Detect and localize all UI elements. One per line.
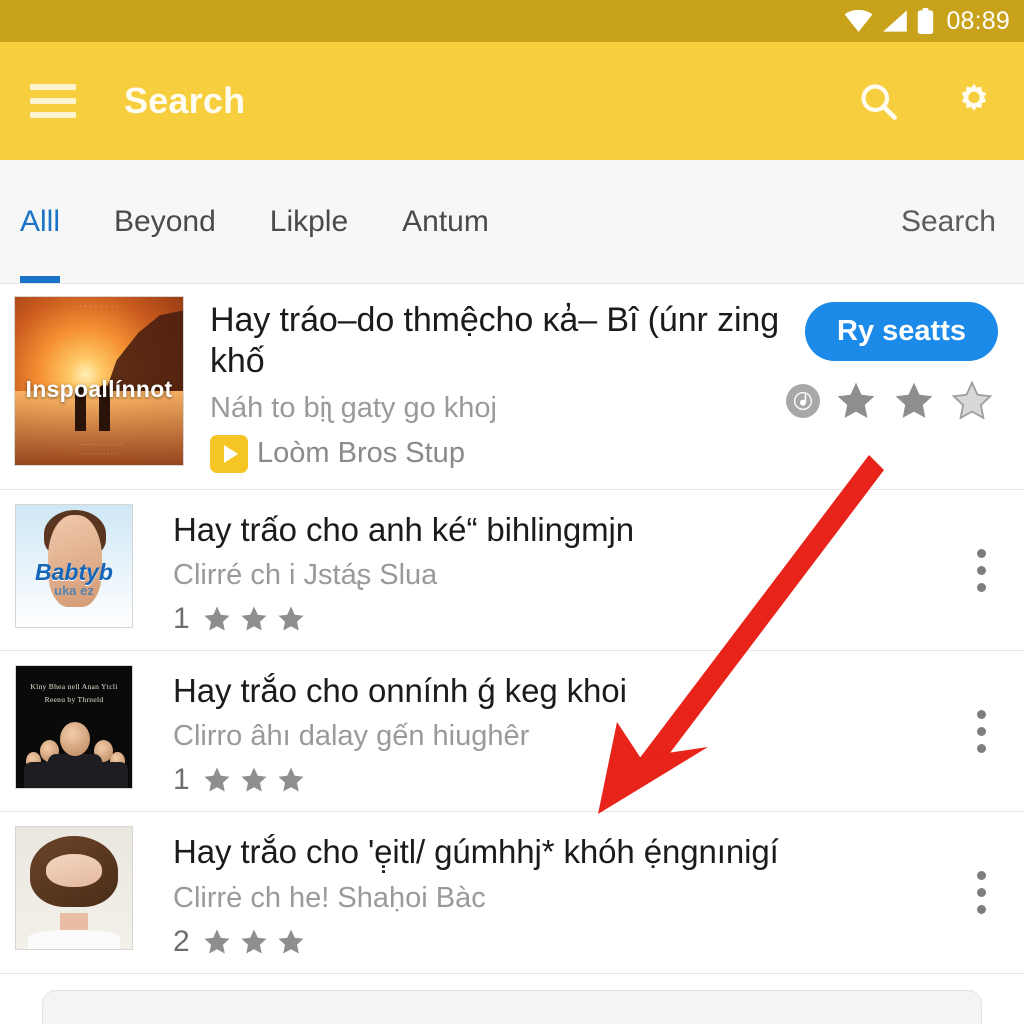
- star-icon-filled: [837, 382, 875, 418]
- tab-label: Antum: [402, 204, 489, 238]
- app-screen: 08:89 Search Alll Beyond Likple Antum Se…: [0, 0, 1024, 1024]
- result-thumbnail: Klny Bhea nell Anan Ytcli Reenu by Thrne…: [15, 665, 133, 790]
- table-row[interactable]: Babtyb uka ez Hay trấo cho anh ké“ bihli…: [0, 489, 1024, 652]
- tab-likple[interactable]: Likple: [270, 160, 348, 283]
- search-results-list: · · · · · · · · · · Inspoallínnot · · · …: [0, 284, 1024, 974]
- rating-count: 2: [173, 924, 190, 958]
- result-actions: Ry seatts: [786, 296, 1024, 423]
- result-subtitle: Clirré ch i Jstáʂ Slua: [173, 559, 438, 592]
- signal-icon: [883, 10, 908, 32]
- thumbnail-container: Klny Bhea nell Anan Ytcli Reenu by Thrne…: [0, 665, 133, 790]
- status-bar-icons: [844, 8, 934, 34]
- more-vertical-icon[interactable]: [967, 857, 996, 928]
- table-row[interactable]: Klny Bhea nell Anan Ytcli Reenu by Thrne…: [0, 651, 1024, 813]
- gear-icon[interactable]: [952, 79, 996, 123]
- result-thumbnail: [15, 826, 133, 951]
- thumbnail-container: Babtyb uka ez: [0, 503, 133, 628]
- app-bar: Search: [0, 42, 1024, 160]
- thumbnail-container: · · · · · · · · · · Inspoallínnot · · · …: [0, 296, 184, 466]
- rating-count: 1: [173, 763, 190, 797]
- result-subtitle: Clirrė ch he! Shaḥoi Bàc: [173, 881, 486, 914]
- rating-stars: 1: [173, 763, 967, 797]
- result-info: Hay trắo cho 'ẹ̣itl/ gúmhhj* khóh ẹ́ngnı…: [133, 826, 967, 958]
- ry-seatts-button[interactable]: Ry seatts: [805, 302, 998, 361]
- result-actions: [967, 665, 1024, 797]
- more-vertical-icon[interactable]: [967, 696, 996, 767]
- result-info: Hay trắo cho onnính ǵ keg khoi Clirro âh…: [133, 665, 967, 797]
- tab-label: Likple: [269, 204, 349, 238]
- star-icon-filled: [241, 929, 267, 954]
- star-icon-filled: [241, 767, 267, 792]
- tab-antum[interactable]: Antum: [402, 160, 489, 283]
- result-title: Hay trắo cho 'ẹ̣itl/ gúmhhj* khóh ẹ́ngnı…: [173, 833, 779, 871]
- hamburger-menu-icon[interactable]: [30, 84, 76, 118]
- bottom-sheet-peek: [42, 990, 982, 1024]
- result-actions: [967, 826, 1024, 958]
- star-icon-filled: [204, 606, 230, 631]
- tab-search-action[interactable]: Search: [901, 160, 996, 283]
- dark-group-artwork: Klny Bhea nell Anan Ytcli Reenu by Thrne…: [16, 666, 132, 789]
- table-row[interactable]: · · · · · · · · · · Inspoallínnot · · · …: [0, 284, 1024, 490]
- star-icon-filled: [895, 382, 933, 418]
- star-icon-filled: [204, 929, 230, 954]
- result-subtitle: Clirro âhı dalay gến hiughêr: [173, 720, 530, 753]
- tab-bar: Alll Beyond Likple Antum Search: [0, 160, 1024, 284]
- tab-alll[interactable]: Alll: [20, 160, 61, 283]
- star-icon-outline: [951, 380, 993, 420]
- result-thumbnail: Babtyb uka ez: [15, 503, 133, 628]
- result-thumbnail: · · · · · · · · · · Inspoallínnot · · · …: [14, 296, 184, 466]
- star-icon-filled: [278, 606, 304, 631]
- status-bar: 08:89: [0, 0, 1024, 42]
- search-icon[interactable]: [856, 79, 900, 123]
- portrait-artwork: [16, 827, 132, 950]
- result-title: Hay tráo–do thmệcho ĸa̓– Bî (únr zing kh…: [210, 301, 780, 381]
- rating-count: 1: [173, 602, 190, 636]
- disc-icon: [786, 384, 820, 418]
- result-title: Hay trắo cho onnính ǵ keg khoi: [173, 672, 627, 710]
- tab-beyond[interactable]: Beyond: [114, 160, 216, 283]
- result-source-row: Loòm Bros Stup: [210, 434, 786, 473]
- result-info: Hay trấo cho anh ké“ bihlingmjn Clirré c…: [133, 504, 967, 636]
- thumbnail-container: [0, 826, 133, 951]
- play-icon: [210, 434, 248, 473]
- result-info: Hay tráo–do thmệcho ĸa̓– Bî (únr zing kh…: [184, 296, 786, 473]
- table-row[interactable]: Hay trắo cho 'ẹ̣itl/ gúmhhj* khóh ẹ́ngnı…: [0, 812, 1024, 974]
- rating-stars: 1: [173, 602, 967, 636]
- pop-cover-artwork: Babtyb uka ez: [16, 504, 132, 627]
- app-bar-actions: [856, 79, 996, 123]
- star-icon-filled: [241, 606, 267, 631]
- battery-icon: [918, 8, 934, 34]
- star-icon-filled: [278, 767, 304, 792]
- star-icon-filled: [278, 929, 304, 954]
- wifi-icon: [845, 10, 873, 32]
- tab-label: Beyond: [114, 204, 216, 238]
- status-bar-time: 08:89: [946, 6, 1010, 35]
- star-icon-filled: [204, 767, 230, 792]
- tab-list: Alll Beyond Likple Antum: [0, 160, 489, 283]
- thumbnail-overlay-title: Babtyb: [35, 558, 113, 585]
- result-actions: [967, 504, 1024, 636]
- tab-label: Alll: [20, 204, 61, 238]
- sunset-beach-artwork: · · · · · · · · · · Inspoallínnot · · · …: [15, 297, 183, 465]
- result-title: Hay trấo cho anh ké“ bihlingmjn: [173, 510, 634, 548]
- more-vertical-icon[interactable]: [967, 535, 996, 606]
- thumbnail-overlay-subtitle: uka ez: [54, 583, 94, 599]
- result-subtitle: Náh to bịʅ gaty go khoj: [210, 391, 497, 424]
- thumbnail-overlay-title: Inspoallínnot: [25, 375, 173, 402]
- thumbnail-overlay-title: Klny Bhea nell Anan Ytcli Reenu by Thrne…: [30, 681, 118, 704]
- rating-stars: [786, 379, 994, 423]
- rating-stars: 2: [173, 925, 967, 959]
- page-title: Search: [124, 80, 246, 121]
- result-source: Loòm Bros Stup: [257, 437, 465, 470]
